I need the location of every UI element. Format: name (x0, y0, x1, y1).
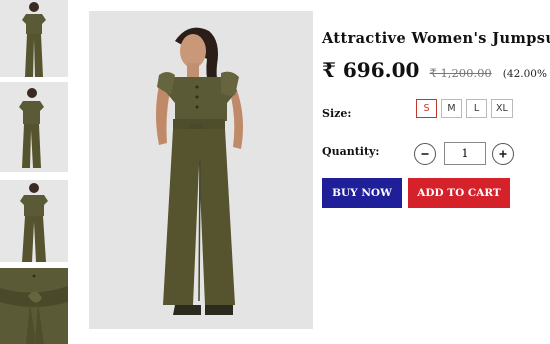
size-option-xl[interactable]: XL (491, 99, 513, 118)
minus-icon (421, 152, 429, 155)
add-to-cart-button[interactable]: ADD TO CART (408, 178, 510, 208)
thumbnail-1[interactable] (0, 0, 68, 77)
quantity-label: Quantity: (322, 145, 380, 158)
size-option-l[interactable]: L (466, 99, 487, 118)
price-row: ₹ 696.00 ₹ 1,200.00 (42.00% Off) (322, 58, 550, 82)
plus-icon (499, 150, 507, 157)
quantity-input[interactable] (444, 142, 486, 165)
original-price: ₹ 1,200.00 (429, 66, 492, 80)
increase-quantity-button[interactable] (492, 142, 514, 165)
thumbnail-3[interactable] (0, 180, 68, 262)
buy-now-button[interactable]: BUY NOW (322, 178, 402, 208)
thumbnail-2[interactable] (0, 82, 68, 172)
thumbnail-4[interactable] (0, 268, 68, 344)
size-label: Size: (322, 107, 352, 120)
size-option-m[interactable]: M (441, 99, 462, 118)
model-image (89, 11, 313, 329)
product-title: Attractive Women's Jumpsuit (322, 30, 550, 47)
sale-price: ₹ 696.00 (322, 58, 420, 82)
main-product-image (89, 11, 313, 329)
size-options: S M L XL (416, 99, 513, 118)
quantity-stepper (414, 142, 514, 165)
thumbnail-belt-image (0, 82, 68, 172)
size-option-s[interactable]: S (416, 99, 437, 118)
thumbnail-waist-closeup-image (0, 268, 68, 344)
decrease-quantity-button[interactable] (414, 142, 436, 165)
thumbnail-front-image (0, 0, 68, 77)
thumbnail-full-length-image (0, 180, 68, 262)
discount-percentage: (42.00% Off) (502, 68, 550, 80)
